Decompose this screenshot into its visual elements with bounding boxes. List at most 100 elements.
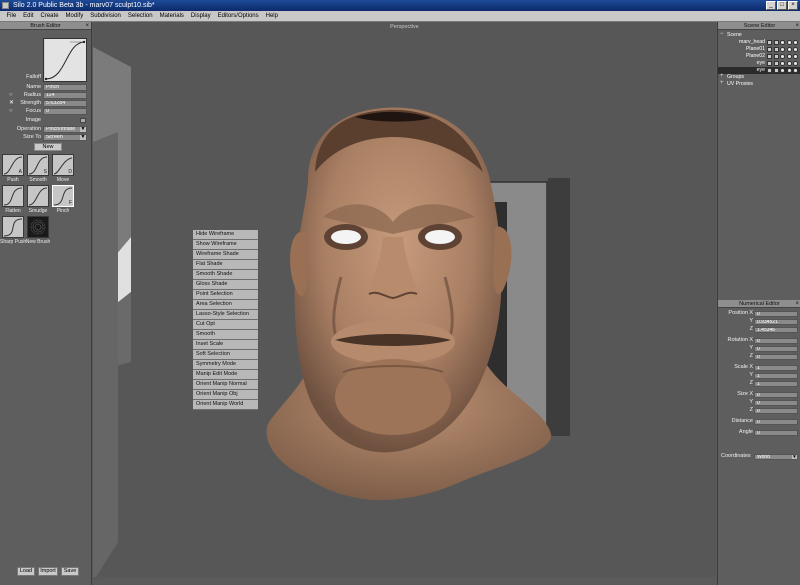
scene-editor-close-icon[interactable]: × — [795, 22, 799, 30]
visibility-eye-icon[interactable] — [793, 68, 798, 73]
menu-gloss-shade[interactable]: Gloss Shade — [193, 280, 258, 290]
collapse-icon[interactable]: − — [720, 31, 725, 37]
visibility-eye-icon[interactable] — [786, 61, 792, 66]
tree-object-eye-selected[interactable]: eye — [718, 67, 800, 74]
menu-display[interactable]: Display — [187, 13, 214, 19]
lock-toggle-icon[interactable] — [767, 54, 772, 59]
brush-tile-smudge[interactable] — [27, 185, 49, 207]
brush-tile-pinch[interactable]: F — [52, 185, 74, 207]
numerical-value-field[interactable]: 0 — [754, 345, 798, 352]
visibility-eye-icon[interactable] — [793, 61, 798, 66]
visibility-eye-icon[interactable] — [786, 54, 792, 59]
brush-editor-close-icon[interactable]: × — [85, 22, 89, 30]
menu-file[interactable]: File — [3, 13, 20, 19]
menu-subdivision[interactable]: Subdivision — [87, 13, 125, 19]
radius-key-icon[interactable]: ○ — [9, 92, 13, 99]
load-button[interactable]: Load — [17, 567, 35, 576]
menu-modify[interactable]: Modify — [62, 13, 87, 19]
menu-edit[interactable]: Edit — [20, 13, 37, 19]
brush-strength-field[interactable]: 5.63284 — [43, 100, 87, 107]
tree-scene[interactable]: − Scene — [718, 31, 800, 39]
visibility-eye-icon[interactable] — [780, 54, 785, 59]
tree-uv-proxies[interactable]: + UV Proxies — [718, 80, 800, 88]
brush-tile-push[interactable]: A — [2, 154, 24, 176]
menu-cut-opt[interactable]: Cut Opt — [193, 320, 258, 330]
lock-toggle-icon[interactable] — [767, 61, 772, 66]
render-toggle-icon[interactable] — [773, 40, 779, 45]
visibility-eye-icon[interactable] — [793, 54, 798, 59]
menu-create[interactable]: Create — [37, 13, 62, 19]
visibility-eye-icon[interactable] — [786, 68, 792, 73]
numerical-value-field[interactable]: 0.934521 — [754, 318, 798, 325]
expand-icon[interactable]: + — [720, 80, 725, 86]
visibility-eye-icon[interactable] — [786, 47, 792, 52]
menu-smooth-shade[interactable]: Smooth Shade — [193, 270, 258, 280]
render-toggle-icon[interactable] — [773, 54, 779, 59]
menu-lasso-selection[interactable]: Lasso-Style Selection — [193, 310, 258, 320]
numerical-value-field[interactable]: 1.45346 — [754, 326, 798, 333]
lock-toggle-icon[interactable] — [767, 47, 772, 52]
menu-manip-edit-mode[interactable]: Manip Edit Mode — [193, 370, 258, 380]
menu-help[interactable]: Help — [262, 13, 281, 19]
numerical-value-field[interactable]: 0 — [754, 310, 798, 317]
menu-materials[interactable]: Materials — [156, 13, 187, 19]
visibility-eye-icon[interactable] — [793, 40, 798, 45]
brush-tile-new-brush[interactable] — [27, 216, 49, 238]
perspective-viewport[interactable]: Perspective Hide Wireframe Show Wirefram… — [93, 22, 716, 577]
tree-groups[interactable]: + Groups — [718, 73, 800, 81]
render-toggle-icon[interactable] — [773, 61, 779, 66]
tree-object-eye[interactable]: eye — [718, 60, 800, 67]
numerical-value-field[interactable]: 1 — [754, 364, 798, 371]
numerical-value-field[interactable]: 1 — [754, 380, 798, 387]
coordinates-select[interactable]: World ▼ — [754, 453, 798, 460]
visibility-eye-icon[interactable] — [780, 47, 785, 52]
lock-toggle-icon[interactable] — [767, 40, 772, 45]
tree-object-plane01[interactable]: Plane01 — [718, 46, 800, 53]
operation-select[interactable]: Pinch/Inflate ▼ — [43, 126, 87, 133]
menu-orient-manip-normal[interactable]: Orient Manip Normal — [193, 380, 258, 390]
lock-toggle-icon[interactable] — [767, 68, 772, 73]
brush-tile-flatten[interactable] — [2, 185, 24, 207]
focus-key-icon[interactable]: ○ — [9, 108, 13, 115]
brush-name-field[interactable]: Pinch — [43, 84, 87, 91]
menu-selection[interactable]: Selection — [124, 13, 156, 19]
expand-icon[interactable]: + — [720, 73, 725, 79]
visibility-eye-icon[interactable] — [780, 40, 785, 45]
numerical-editor-close-icon[interactable]: × — [795, 300, 799, 308]
tree-object-plane02[interactable]: Plane02 — [718, 53, 800, 60]
brush-tile-sharp-push[interactable] — [2, 216, 24, 238]
menu-smooth[interactable]: Smooth — [193, 330, 258, 340]
menu-orient-manip-world[interactable]: Orient Manip World — [193, 400, 258, 410]
import-button[interactable]: Import — [38, 567, 58, 576]
menu-point-selection[interactable]: Point Selection — [193, 290, 258, 300]
brush-radius-field[interactable]: 114 — [43, 92, 87, 99]
brush-focus-field[interactable]: 0 — [43, 108, 87, 115]
menu-wireframe-shade[interactable]: Wireframe Shade — [193, 250, 258, 260]
render-toggle-icon[interactable] — [773, 68, 779, 73]
menu-hide-wireframe[interactable]: Hide Wireframe — [193, 230, 258, 240]
size-to-select[interactable]: Screen ▼ — [43, 134, 87, 141]
menu-orient-manip-obj[interactable]: Orient Manip Obj — [193, 390, 258, 400]
app-icon[interactable] — [2, 2, 9, 9]
numerical-value-field[interactable]: 0 — [754, 391, 798, 398]
close-button[interactable]: × — [788, 1, 798, 10]
menu-inset-scale[interactable]: Inset Scale — [193, 340, 258, 350]
visibility-eye-icon[interactable] — [786, 40, 792, 45]
menu-soft-selection[interactable]: Soft Selection — [193, 350, 258, 360]
brush-tile-move[interactable]: D — [52, 154, 74, 176]
minimize-button[interactable]: _ — [766, 1, 776, 10]
menu-show-wireframe[interactable]: Show Wireframe — [193, 240, 258, 250]
strength-key-icon[interactable]: ✕ — [9, 100, 14, 107]
brush-tile-smooth[interactable]: S — [27, 154, 49, 176]
numerical-value-field[interactable]: 0 — [754, 353, 798, 360]
maximize-button[interactable]: □ — [777, 1, 787, 10]
numerical-value-field[interactable]: 0 — [754, 337, 798, 344]
visibility-eye-icon[interactable] — [780, 61, 785, 66]
numerical-value-field[interactable]: 0 — [754, 429, 798, 436]
menu-area-selection[interactable]: Area Selection — [193, 300, 258, 310]
render-toggle-icon[interactable] — [773, 47, 779, 52]
tree-object-marv-head[interactable]: marv_head — [718, 39, 800, 46]
visibility-eye-icon[interactable] — [780, 68, 785, 73]
numerical-value-field[interactable]: 0 — [754, 407, 798, 414]
image-picker-button[interactable] — [80, 118, 86, 123]
